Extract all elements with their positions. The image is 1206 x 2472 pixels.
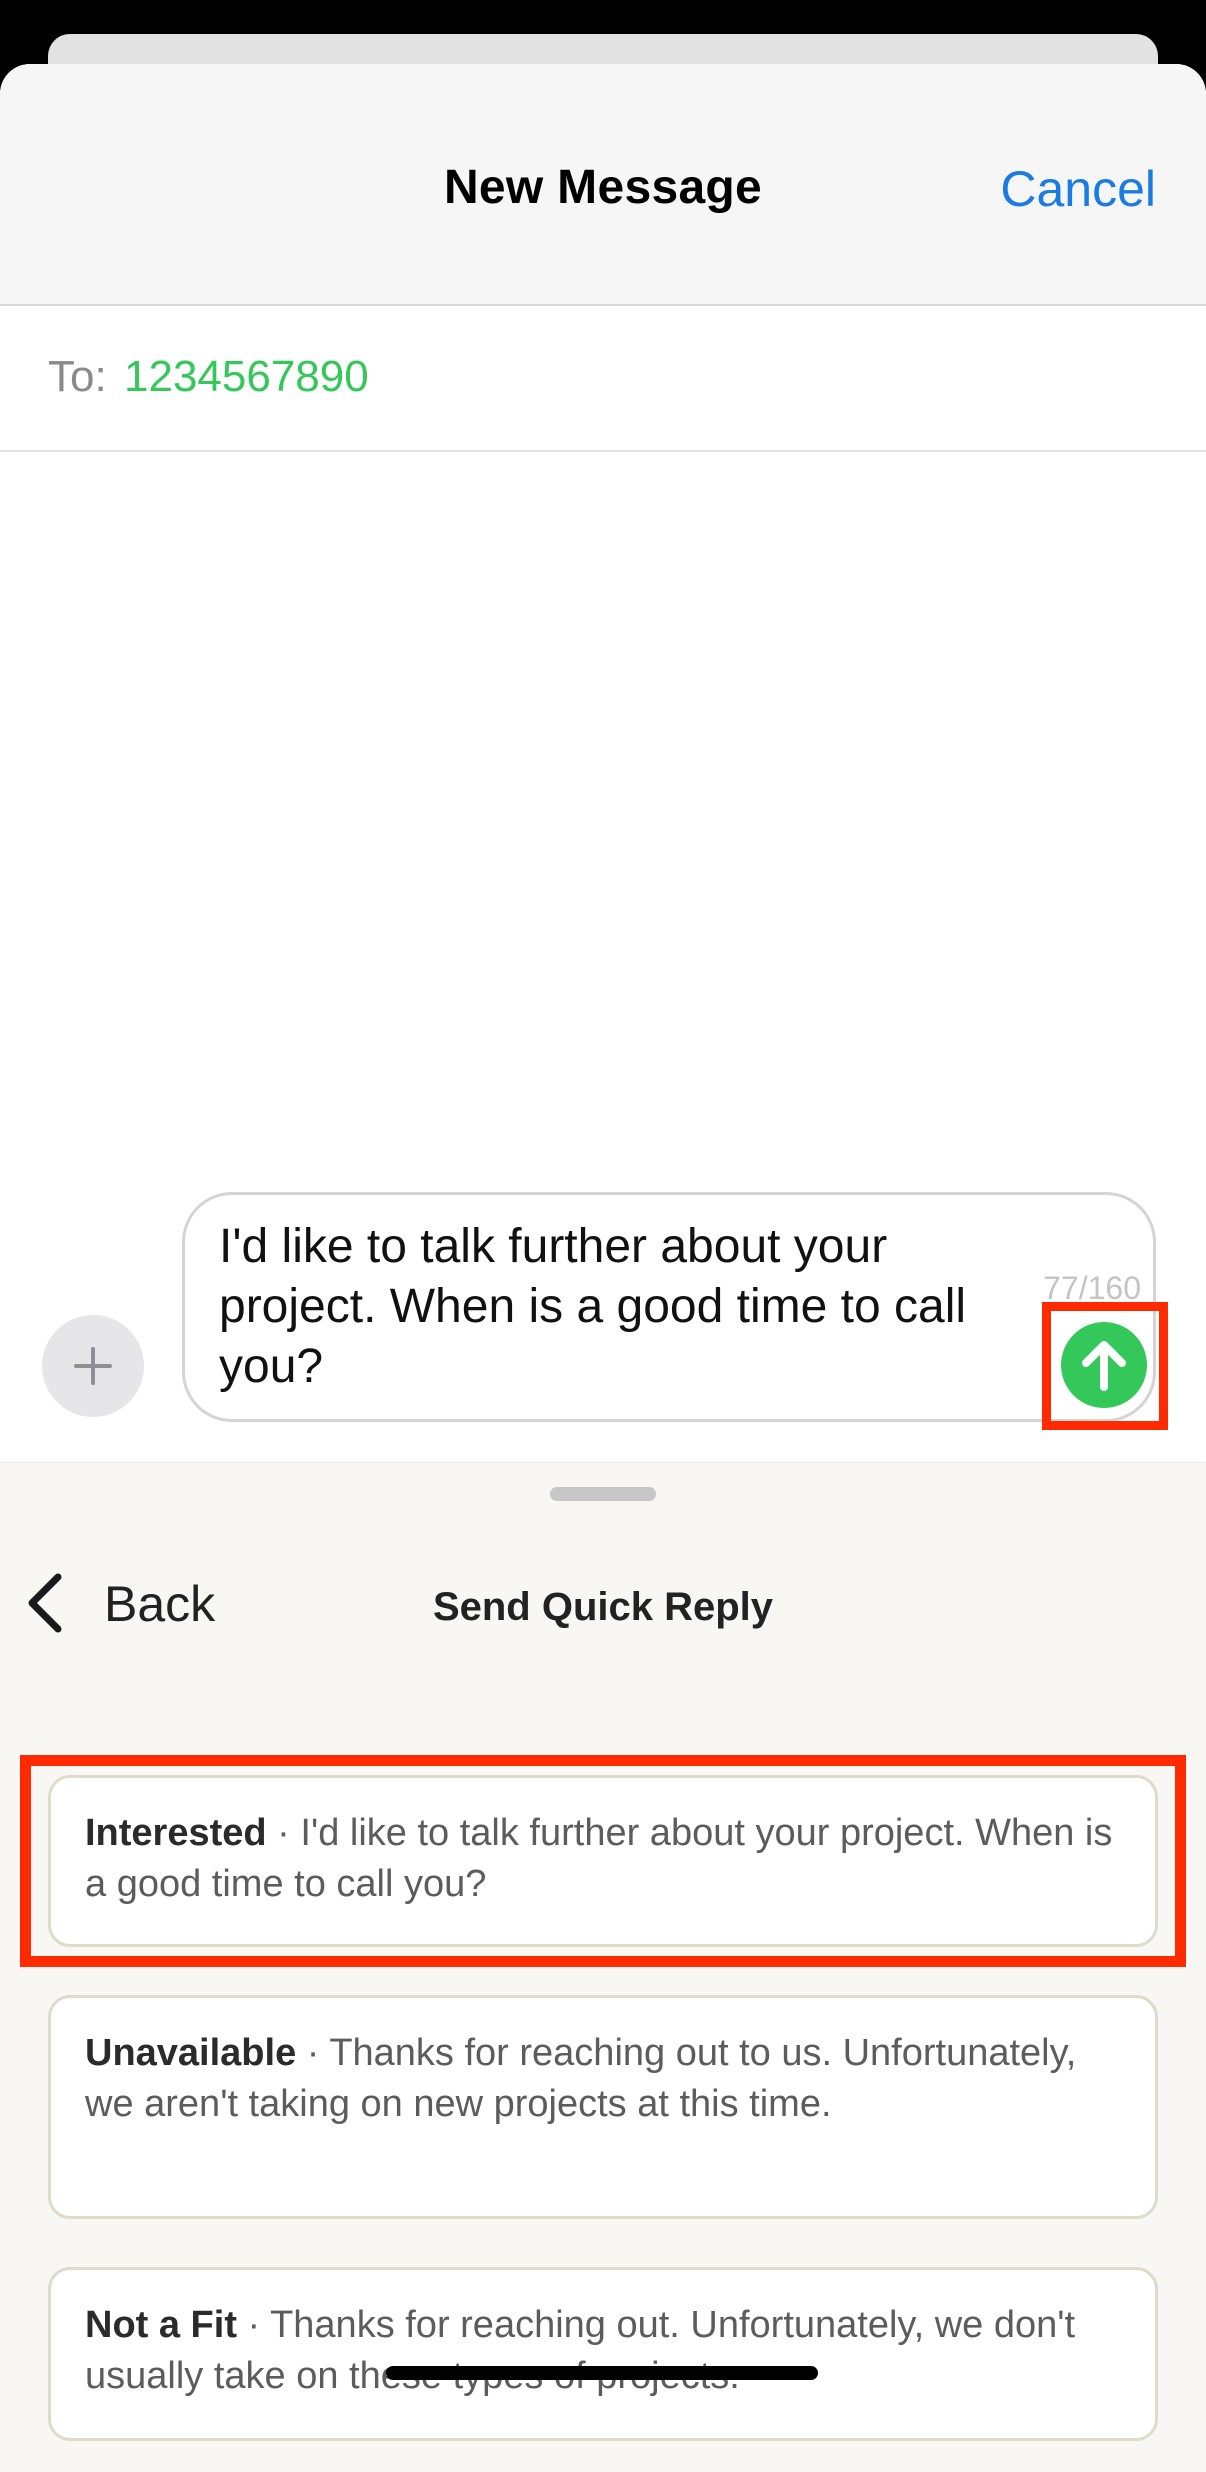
new-message-sheet: New Message Cancel To: 1234567890 I'd li… — [0, 64, 1206, 2472]
recipient-number[interactable]: 1234567890 — [124, 352, 369, 402]
reply-separator: · — [236, 2304, 271, 2346]
recipient-field[interactable]: To: 1234567890 — [0, 306, 1206, 452]
message-line: project. When is a good time to call — [219, 1280, 967, 1333]
message-line: I'd like to talk further about your — [219, 1220, 888, 1273]
message-text: I'd like to talk further about your proj… — [219, 1217, 1019, 1397]
drag-handle[interactable] — [550, 1487, 656, 1501]
add-attachment-button[interactable] — [42, 1315, 144, 1417]
reply-label: Not a Fit — [85, 2304, 237, 2346]
selected-reply-highlight — [20, 1755, 1186, 1967]
arrow-up-icon — [1082, 1341, 1126, 1391]
quick-reply-unavailable[interactable]: Unavailable · Thanks for reaching out to… — [48, 1995, 1158, 2219]
nav-bar: New Message Cancel — [0, 64, 1206, 306]
reply-separator: · — [296, 2032, 330, 2074]
reply-label: Unavailable — [85, 2032, 297, 2074]
to-label: To: — [48, 352, 107, 401]
message-line: you? — [219, 1340, 324, 1393]
quick-reply-not-a-fit[interactable]: Not a Fit · Thanks for reaching out. Unf… — [48, 2267, 1158, 2441]
cancel-button[interactable]: Cancel — [1000, 160, 1156, 218]
home-indicator[interactable] — [386, 2366, 818, 2380]
send-button[interactable] — [1061, 1322, 1147, 1408]
plus-icon — [74, 1347, 112, 1385]
quick-reply-panel: Back Send Quick Reply Interested · I'd l… — [0, 1462, 1206, 2472]
panel-title: Send Quick Reply — [432, 1585, 774, 1629]
message-input[interactable]: I'd like to talk further about your proj… — [182, 1192, 1156, 1422]
